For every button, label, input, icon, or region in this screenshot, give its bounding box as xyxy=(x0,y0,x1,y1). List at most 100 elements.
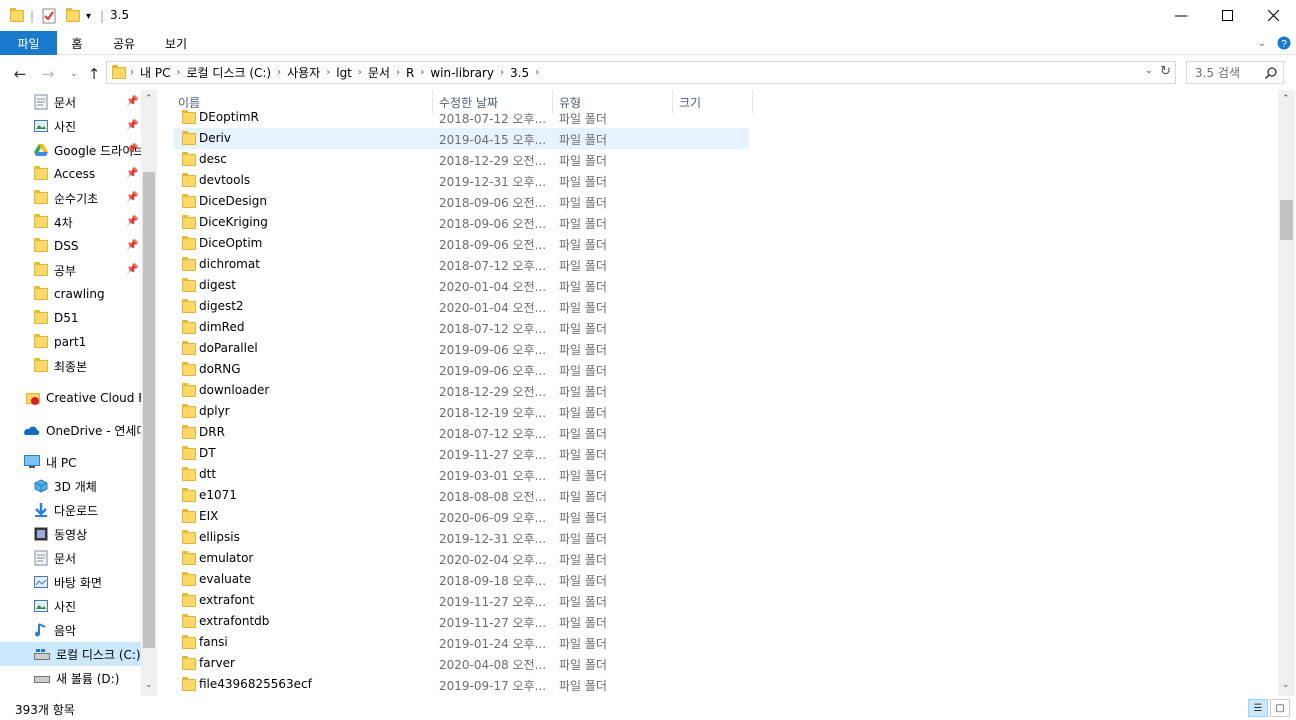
pin-icon[interactable]: 📌 xyxy=(126,96,138,107)
nav-item-this-pc[interactable]: 내 PC xyxy=(24,450,76,474)
nav-item-access[interactable]: Access xyxy=(34,162,95,186)
search-icon[interactable] xyxy=(1265,67,1277,79)
help-icon[interactable]: ? xyxy=(1276,31,1292,55)
up-icon[interactable]: ↑ xyxy=(84,64,104,84)
maximize-icon[interactable] xyxy=(1204,0,1250,31)
nav-item-folder[interactable]: part1 xyxy=(34,330,86,354)
nav-item-folder[interactable]: 최종본 xyxy=(34,354,87,378)
file-row[interactable]: doParallel 2019-09-06 오후... 파일 폴더 xyxy=(174,338,749,359)
file-row[interactable]: dichromat 2018-07-12 오후... 파일 폴더 xyxy=(174,254,749,275)
chevron-right-icon[interactable]: › xyxy=(535,67,539,78)
breadcrumb-item[interactable]: 3.5 xyxy=(504,66,535,80)
nav-item-documents[interactable]: 문서 xyxy=(34,546,76,570)
nav-item-folder[interactable]: 공부 xyxy=(34,258,76,282)
nav-item-videos[interactable]: 동영상 xyxy=(34,522,87,546)
nav-item-3d-objects[interactable]: 3D 개체 xyxy=(34,474,97,498)
recent-locations-icon[interactable]: ⌄ xyxy=(64,64,84,84)
breadcrumb-item[interactable]: 로컬 디스크 (C:) xyxy=(180,64,277,81)
pin-icon[interactable]: 📌 xyxy=(126,168,138,179)
nav-item-volume-d[interactable]: 새 볼륨 (D:) xyxy=(34,666,119,690)
file-row[interactable]: file4396825563ecf 2019-09-17 오후... 파일 폴더 xyxy=(174,674,749,695)
file-row[interactable]: EIX 2020-06-09 오후... 파일 폴더 xyxy=(174,506,749,527)
breadcrumb-item[interactable]: 내 PC xyxy=(134,64,176,81)
address-dropdown-icon[interactable]: ⌄ xyxy=(1145,65,1153,76)
nav-item-folder[interactable]: 순수기초 xyxy=(34,186,98,210)
file-row[interactable]: dtt 2019-03-01 오후... 파일 폴더 xyxy=(174,464,749,485)
navigation-scrollbar[interactable]: ⌃ ⌄ xyxy=(141,90,157,696)
file-row[interactable]: farver 2020-04-08 오전... 파일 폴더 xyxy=(174,653,749,674)
nav-item-folder[interactable]: 4차 xyxy=(34,210,73,234)
breadcrumb-item[interactable]: lgt xyxy=(330,66,358,80)
customize-quick-access-icon[interactable]: ▾ xyxy=(86,7,91,25)
nav-item-documents[interactable]: 문서 xyxy=(34,90,76,114)
file-row[interactable]: evaluate 2018-09-18 오후... 파일 폴더 xyxy=(174,569,749,590)
scroll-down-icon[interactable]: ⌄ xyxy=(145,680,153,690)
nav-item-music[interactable]: 음악 xyxy=(34,618,76,642)
nav-item-folder[interactable]: crawling xyxy=(34,282,105,306)
scrollbar-thumb[interactable] xyxy=(1280,200,1293,240)
file-row[interactable]: fansi 2019-01-24 오후... 파일 폴더 xyxy=(174,632,749,653)
nav-item-pictures[interactable]: 사진 xyxy=(34,114,76,138)
breadcrumb-item[interactable]: 사용자 xyxy=(281,64,326,81)
nav-item-creative-cloud[interactable]: Creative Cloud Files xyxy=(26,386,141,410)
file-row[interactable]: e1071 2018-08-08 오전... 파일 폴더 xyxy=(174,485,749,506)
nav-item-pictures[interactable]: 사진 xyxy=(34,594,76,618)
nav-item-desktop[interactable]: 바탕 화면 xyxy=(34,570,102,594)
breadcrumb-item[interactable]: win-library xyxy=(424,66,500,80)
details-view-icon[interactable]: ☰ xyxy=(1248,699,1268,717)
scroll-up-icon[interactable]: ⌃ xyxy=(1282,94,1290,104)
file-list-scrollbar[interactable]: ⌃ ⌄ xyxy=(1278,90,1295,696)
file-row[interactable]: DEoptimR 2018-07-12 오후... 파일 폴더 xyxy=(174,107,749,128)
file-row[interactable]: devtools 2019-12-31 오후... 파일 폴더 xyxy=(174,170,749,191)
pin-icon[interactable]: 📌 xyxy=(126,264,138,275)
tab-share[interactable]: 공유 xyxy=(104,31,144,55)
file-row[interactable]: dplyr 2018-12-19 오후... 파일 폴더 xyxy=(174,401,749,422)
forward-icon[interactable]: → xyxy=(38,64,58,84)
file-row[interactable]: digest2 2020-01-04 오전... 파일 폴더 xyxy=(174,296,749,317)
new-folder-icon[interactable] xyxy=(66,7,80,25)
pin-icon[interactable]: 📌 xyxy=(126,240,138,251)
nav-item-google-drive[interactable]: Google 드라이브 xyxy=(34,138,141,162)
file-row[interactable]: extrafontdb 2019-11-27 오후... 파일 폴더 xyxy=(174,611,749,632)
expand-ribbon-icon[interactable]: ⌄ xyxy=(1254,31,1270,55)
file-row[interactable]: emulator 2020-02-04 오후... 파일 폴더 xyxy=(174,548,749,569)
file-row[interactable]: dimRed 2018-07-12 오후... 파일 폴더 xyxy=(174,317,749,338)
file-row[interactable]: digest 2020-01-04 오전... 파일 폴더 xyxy=(174,275,749,296)
nav-item-downloads[interactable]: 다운로드 xyxy=(34,498,98,522)
scroll-down-icon[interactable]: ⌄ xyxy=(1282,680,1290,690)
pin-icon[interactable]: 📌 xyxy=(126,144,138,155)
file-row[interactable]: downloader 2018-12-29 오전... 파일 폴더 xyxy=(174,380,749,401)
file-row[interactable]: DiceOptim 2018-09-06 오전... 파일 폴더 xyxy=(174,233,749,254)
file-row[interactable]: DRR 2018-07-12 오후... 파일 폴더 xyxy=(174,422,749,443)
nav-item-local-disk-c[interactable]: 로컬 디스크 (C:) xyxy=(0,642,141,666)
minimize-icon[interactable]: — xyxy=(1158,0,1204,31)
nav-item-folder[interactable]: D51 xyxy=(34,306,79,330)
file-row[interactable]: Deriv 2019-04-15 오후... 파일 폴더 xyxy=(174,128,749,149)
breadcrumb-item[interactable]: R xyxy=(400,66,420,80)
address-bar[interactable]: › 내 PC › 로컬 디스크 (C:) › 사용자 › lgt › 문서 › … xyxy=(106,61,1176,84)
search-input[interactable]: 3.5 검색 xyxy=(1186,61,1284,84)
breadcrumb-item[interactable]: 문서 xyxy=(362,64,396,81)
file-row[interactable]: DiceKriging 2018-09-06 오전... 파일 폴더 xyxy=(174,212,749,233)
file-row[interactable]: ellipsis 2019-12-31 오후... 파일 폴더 xyxy=(174,527,749,548)
properties-icon[interactable] xyxy=(42,7,56,25)
tab-home[interactable]: 홈 xyxy=(62,31,92,55)
file-row[interactable]: extrafont 2019-11-27 오후... 파일 폴더 xyxy=(174,590,749,611)
close-icon[interactable] xyxy=(1250,0,1296,31)
tab-file[interactable]: 파일 xyxy=(0,31,57,55)
back-icon[interactable]: ← xyxy=(10,64,30,84)
file-row[interactable]: doRNG 2019-09-06 오후... 파일 폴더 xyxy=(174,359,749,380)
pin-icon[interactable]: 📌 xyxy=(126,120,138,131)
tab-view[interactable]: 보기 xyxy=(156,31,196,55)
scrollbar-thumb[interactable] xyxy=(143,172,155,648)
scroll-up-icon[interactable]: ⌃ xyxy=(145,94,153,104)
file-row[interactable]: desc 2018-12-29 오전... 파일 폴더 xyxy=(174,149,749,170)
large-icons-view-icon[interactable]: ▢ xyxy=(1270,699,1290,717)
nav-item-onedrive[interactable]: OneDrive - 연세대 xyxy=(22,418,141,442)
pin-icon[interactable]: 📌 xyxy=(126,216,138,227)
file-row[interactable]: DiceDesign 2018-09-06 오전... 파일 폴더 xyxy=(174,191,749,212)
pin-icon[interactable]: 📌 xyxy=(126,192,138,203)
file-row[interactable]: DT 2019-11-27 오후... 파일 폴더 xyxy=(174,443,749,464)
nav-item-folder[interactable]: DSS xyxy=(34,234,78,258)
refresh-icon[interactable]: ↻ xyxy=(1160,64,1171,79)
